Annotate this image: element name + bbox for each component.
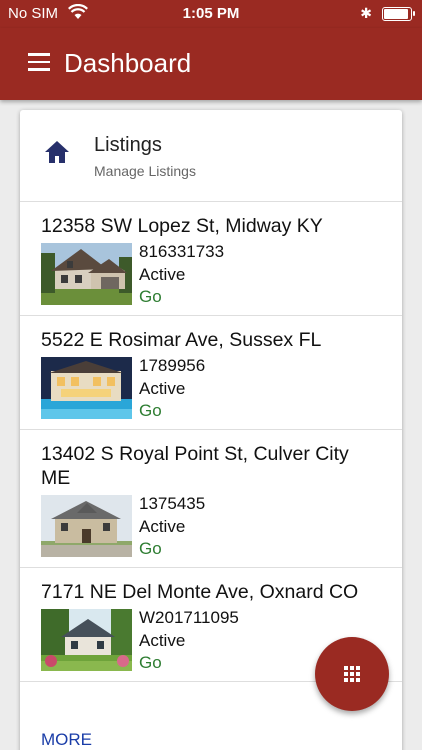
listing-item: 5522 E Rosimar Ave, Sussex FL 1789956 Ac…: [20, 316, 402, 430]
listing-photo: [41, 357, 132, 419]
listing-photo: [41, 495, 132, 557]
grid-icon: [344, 666, 360, 682]
go-link[interactable]: Go: [139, 538, 205, 561]
listing-id: 816331733: [139, 242, 225, 261]
go-link[interactable]: Go: [139, 400, 205, 423]
listing-address: 7171 NE Del Monte Ave, Oxnard CO: [41, 581, 359, 603]
listing-item: 13402 S Royal Point St, Culver City ME 1…: [20, 430, 402, 568]
listing-status: Active: [139, 264, 186, 284]
card-title: Listings: [94, 134, 162, 156]
battery-icon: [382, 7, 415, 21]
listing-photo: [41, 243, 132, 305]
more-link[interactable]: MORE: [41, 730, 92, 750]
home-icon: [45, 141, 69, 163]
listing-address: 13402 S Royal Point St, Culver City ME: [41, 443, 349, 489]
menu-button[interactable]: [28, 53, 50, 73]
status-bar: No SIM 1:05 PM ✱: [0, 0, 422, 28]
listing-id: 1375435: [139, 494, 206, 513]
listing-address: 5522 E Rosimar Ave, Sussex FL: [41, 329, 322, 351]
listing-id: 1789956: [139, 356, 206, 375]
fab-button[interactable]: [315, 637, 389, 711]
listing-photo: [41, 609, 132, 671]
listing-status: Active: [139, 378, 186, 398]
go-link[interactable]: Go: [139, 652, 239, 675]
app-bar: Dashboard: [0, 28, 422, 100]
card-header: Listings Manage Listings: [20, 110, 402, 202]
clock: 1:05 PM: [182, 5, 240, 22]
card-subtitle: Manage Listings: [94, 163, 196, 179]
listing-address: 12358 SW Lopez St, Midway KY: [41, 215, 323, 237]
page-title: Dashboard: [64, 48, 192, 78]
listing-item: 12358 SW Lopez St, Midway KY 816331733 A…: [20, 202, 402, 316]
listing-id: W201711095: [139, 608, 239, 627]
go-link[interactable]: Go: [139, 286, 224, 309]
listing-status: Active: [139, 630, 186, 650]
listing-status: Active: [139, 516, 186, 536]
hamburger-icon: [28, 53, 50, 56]
bluetooth-icon: ✱: [360, 5, 372, 21]
